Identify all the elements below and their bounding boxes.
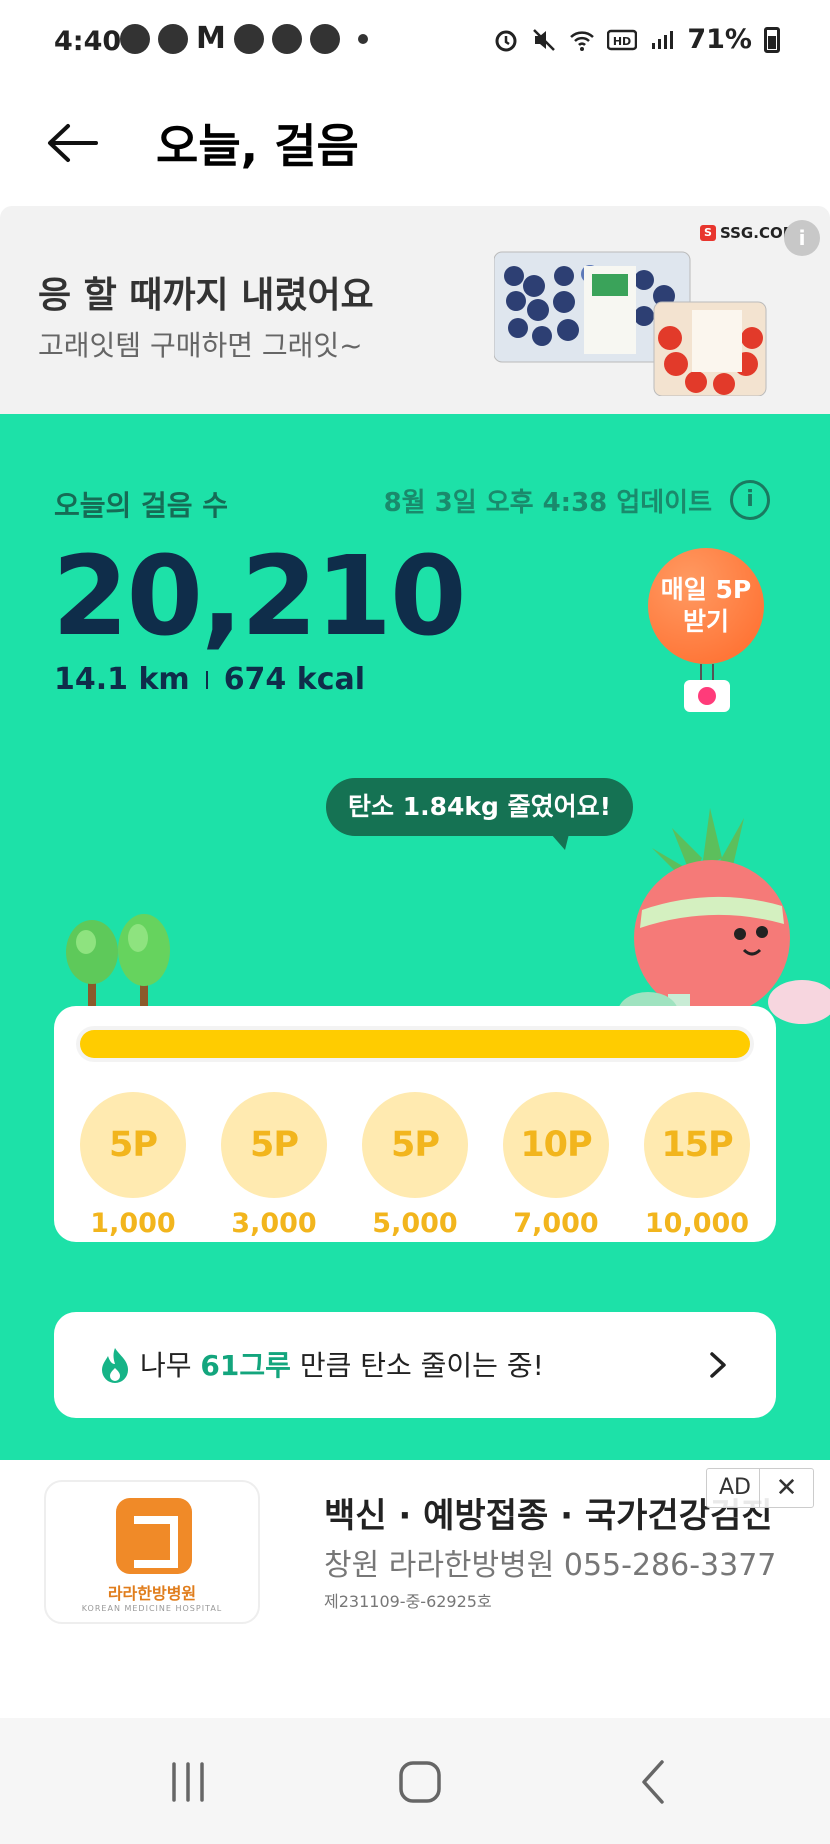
- recent-apps-icon[interactable]: [164, 1758, 212, 1806]
- balloon-line1: 매일 5P: [660, 575, 752, 604]
- hospital-logo-en: KOREAN MEDICINE HOSPITAL: [81, 1604, 223, 1613]
- fire-icon: [102, 1348, 128, 1383]
- steps-progress-bar: [76, 1026, 754, 1062]
- steps-panel: 오늘의 걸음 수 8월 3일 오후 4:38 업데이트 i 20,210 14.…: [0, 414, 830, 1460]
- ad-brand: S SSG.COM: [700, 224, 798, 242]
- ad-headline: 응 할 때까지 내렸어요: [38, 275, 374, 316]
- system-nav-bar: [0, 1718, 830, 1844]
- trees-illustration: [66, 914, 170, 1020]
- chat-icon: [233, 24, 264, 54]
- milestone-steps: 1,000: [90, 1208, 176, 1239]
- alarm-icon: [495, 30, 517, 51]
- steps-progress-fill: [80, 1030, 750, 1058]
- top-ad-banner[interactable]: 응 할 때까지 내렸어요 고래잇템 구매하면 그래잇~ S SSG.COM i: [0, 206, 830, 414]
- back-icon[interactable]: [630, 1758, 678, 1806]
- divider: [205, 670, 208, 689]
- milestone-item[interactable]: 5P 5,000: [362, 1092, 468, 1239]
- milestone-item[interactable]: 10P 7,000: [503, 1092, 609, 1239]
- step-count: 20,210: [52, 532, 466, 660]
- trees-count: 61그루: [200, 1349, 291, 1382]
- milestone-steps: 7,000: [513, 1208, 599, 1239]
- milestone-list: 5P 1,000 5P 3,000 5P 5,000 10P 7,000 15P…: [80, 1092, 750, 1239]
- steps-label: 오늘의 걸음 수: [54, 489, 229, 522]
- signal-icon: [652, 30, 674, 49]
- battery-icon: [764, 26, 780, 53]
- milestone-points: 10P: [503, 1092, 609, 1198]
- distance: 14.1 km: [54, 662, 190, 697]
- app-notification-icon: [309, 24, 340, 54]
- milestone-points: 5P: [362, 1092, 468, 1198]
- gmail-icon: M: [196, 21, 226, 56]
- ok-cashbag-icon: [684, 680, 730, 712]
- ad-subline: 고래잇템 구매하면 그래잇~: [38, 329, 363, 362]
- milestone-item[interactable]: 5P 3,000: [221, 1092, 327, 1239]
- app-notification-icon: [120, 24, 150, 54]
- ad-subtitle: 창원 라라한방병원 055-286-3377: [324, 1548, 777, 1583]
- system-icons: HD 71%: [493, 24, 780, 55]
- milestone-points: 5P: [221, 1092, 327, 1198]
- more-notifications-icon: [357, 34, 368, 44]
- carbon-speech-bubble: 탄소 1.84kg 줄였어요!: [326, 778, 634, 850]
- step-metrics: 14.1 km 674 kcal: [54, 662, 365, 697]
- ad-license: 제231109-중-62925호: [324, 1592, 492, 1611]
- update-time: 8월 3일 오후 4:38 업데이트: [383, 488, 712, 518]
- trees-suffix: 만큼 탄소 줄이는 중!: [290, 1349, 544, 1382]
- ssg-logo-icon: S: [700, 225, 716, 241]
- notification-icons: M: [120, 24, 368, 54]
- battery-percent: 71%: [687, 24, 752, 55]
- ad-info-icon[interactable]: i: [784, 220, 820, 256]
- balloon-line2: 받기: [682, 607, 729, 636]
- hospital-logo-name: 라라한방병원: [107, 1584, 197, 1603]
- milestone-item[interactable]: 15P 10,000: [644, 1092, 750, 1239]
- milestone-points: 15P: [644, 1092, 750, 1198]
- status-time: 4:40: [54, 26, 122, 57]
- back-arrow-icon[interactable]: [44, 118, 100, 168]
- hospital-logo: 라라한방병원 KOREAN MEDICINE HOSPITAL: [44, 1480, 260, 1624]
- hd-icon: HD: [607, 29, 638, 50]
- carbon-trees-text: 나무 61그루 만큼 탄소 줄이는 중!: [140, 1344, 544, 1384]
- ad-product-image: [494, 251, 767, 396]
- ad-close-button[interactable]: ✕: [760, 1473, 813, 1503]
- calories: 674 kcal: [223, 662, 366, 697]
- ad-label: AD: [707, 1468, 760, 1508]
- milestone-steps: 10,000: [644, 1208, 750, 1239]
- info-icon[interactable]: i: [730, 480, 770, 520]
- status-bar: 4:40 M HD 71%: [0, 0, 830, 82]
- milestone-steps: 5,000: [372, 1208, 458, 1239]
- trees-prefix: 나무: [140, 1349, 201, 1382]
- hospital-logo-icon: [116, 1498, 192, 1574]
- carbon-trees-row[interactable]: 나무 61그루 만큼 탄소 줄이는 중!: [54, 1312, 776, 1418]
- page-title: 오늘, 걸음: [156, 119, 359, 173]
- app-notification-icon: [158, 24, 188, 54]
- milestone-item[interactable]: 5P 1,000: [80, 1092, 186, 1239]
- chevron-right-icon: [710, 1352, 726, 1378]
- app-notification-icon: [271, 24, 302, 54]
- milestone-steps: 3,000: [231, 1208, 317, 1239]
- svg-text:HD: HD: [613, 35, 631, 48]
- mute-icon: [533, 28, 556, 51]
- app-header: 오늘, 걸음: [0, 82, 830, 206]
- ad-badge: AD ✕: [706, 1468, 814, 1508]
- milestone-card: 5P 1,000 5P 3,000 5P 5,000 10P 7,000 15P…: [54, 1006, 776, 1242]
- daily-points-balloon[interactable]: 매일 5P 받기: [648, 548, 764, 664]
- milestone-points: 5P: [80, 1092, 186, 1198]
- home-icon[interactable]: [396, 1758, 444, 1806]
- bottom-ad[interactable]: 라라한방병원 KOREAN MEDICINE HOSPITAL 백신 · 예방접…: [0, 1460, 830, 1718]
- wifi-icon: [570, 30, 595, 51]
